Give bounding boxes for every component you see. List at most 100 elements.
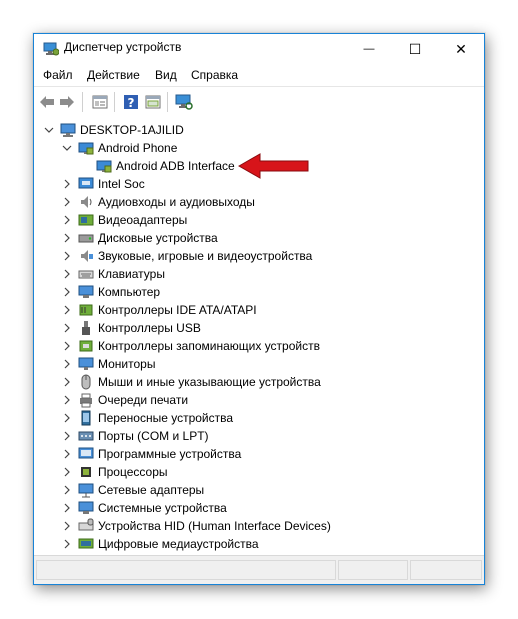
category-label: Процессоры (98, 465, 168, 479)
tree-category[interactable]: Дисковые устройства (62, 229, 218, 247)
expand-icon[interactable] (62, 395, 72, 405)
tree-category[interactable]: Порты (COM и LPT) (62, 427, 209, 445)
tree-category[interactable]: Контроллеры запоминающих устройств (62, 337, 320, 355)
expand-icon[interactable] (62, 251, 72, 261)
category-label: Аудиовходы и аудиовыходы (98, 195, 255, 209)
menu-file[interactable]: Файл (43, 68, 73, 82)
expand-icon[interactable] (62, 215, 72, 225)
tree-category[interactable]: Переносные устройства (62, 409, 233, 427)
scan-hardware-button[interactable] (175, 93, 193, 111)
expand-icon[interactable] (62, 305, 72, 315)
back-icon (40, 96, 54, 108)
collapse-icon[interactable] (44, 125, 54, 135)
properties-button[interactable] (91, 93, 109, 111)
menu-action[interactable]: Действие (87, 68, 140, 82)
category-label: Контроллеры USB (98, 321, 201, 335)
menu-view[interactable]: Вид (155, 68, 177, 82)
expand-icon[interactable] (62, 233, 72, 243)
software-device-icon (78, 446, 94, 462)
print-queue-icon (78, 392, 94, 408)
computer-icon (78, 284, 94, 300)
expand-icon[interactable] (62, 467, 72, 477)
computer-name: DESKTOP-1AJILID (80, 123, 184, 137)
category-label: Видеоадаптеры (98, 213, 188, 227)
close-icon: ✕ (455, 40, 467, 57)
expand-icon[interactable] (62, 431, 72, 441)
tree-category[interactable]: Компьютер (62, 283, 160, 301)
category-label: Переносные устройства (98, 411, 234, 425)
tree-category[interactable]: Звуковые, игровые и видеоустройства (62, 247, 312, 265)
collapse-icon[interactable] (62, 143, 72, 153)
tree-category[interactable]: Системные устройства (62, 499, 227, 517)
category-label: Системные устройства (98, 501, 227, 515)
category-label: Порты (COM и LPT) (98, 429, 209, 443)
tree-category[interactable]: Клавиатуры (62, 265, 165, 283)
status-cell-secondary (338, 560, 408, 580)
forward-button[interactable] (58, 93, 76, 111)
tree-category[interactable]: Мыши и иные указывающие устройства (62, 373, 321, 391)
menu-help[interactable]: Справка (191, 68, 238, 82)
expand-icon[interactable] (62, 377, 72, 387)
tree-category[interactable]: Контроллеры USB (62, 319, 201, 337)
help-icon: ? (124, 95, 138, 110)
tree-category[interactable]: Контроллеры IDE ATA/ATAPI (62, 301, 257, 319)
expand-icon[interactable] (62, 341, 72, 351)
storage-controller-icon (78, 338, 94, 354)
status-cell-main (36, 560, 336, 580)
title-bar[interactable]: Диспетчер устройств — ☐ ✕ (34, 34, 484, 64)
tree-category[interactable]: Сетевые адаптеры (62, 481, 204, 499)
scan-hardware-icon (175, 94, 193, 110)
expand-icon[interactable] (62, 323, 72, 333)
tree-device-android-adb-interface[interactable]: Android ADB Interface (96, 157, 235, 175)
expand-icon[interactable] (62, 539, 72, 549)
category-label: Мониторы (98, 357, 156, 371)
expand-icon[interactable] (62, 413, 72, 423)
ide-controller-icon (78, 302, 94, 318)
tree-category[interactable]: Видеоадаптеры (62, 211, 187, 229)
minimize-button[interactable]: — (346, 34, 392, 64)
expand-icon[interactable] (62, 521, 72, 531)
sound-video-icon (78, 248, 94, 264)
tree-root[interactable]: DESKTOP-1AJILID (44, 121, 184, 139)
category-label: Устройства HID (Human Interface Devices) (98, 519, 331, 533)
category-label: Очереди печати (98, 393, 189, 407)
tree-category[interactable]: Устройства HID (Human Interface Devices) (62, 517, 331, 535)
android-phone-icon (78, 140, 94, 156)
back-button[interactable] (38, 93, 56, 111)
tree-category[interactable]: Intel Soc (62, 175, 145, 193)
status-cell-tertiary (410, 560, 482, 580)
expand-icon[interactable] (62, 359, 72, 369)
svg-text:?: ? (128, 96, 135, 110)
category-label: Цифровые медиаустройства (98, 537, 259, 551)
tree-category[interactable]: Программные устройства (62, 445, 241, 463)
tree-category[interactable]: Очереди печати (62, 391, 188, 409)
category-label: Android Phone (98, 141, 178, 155)
help-button[interactable]: ? (122, 93, 140, 111)
category-label: Дисковые устройства (98, 231, 218, 245)
properties-icon (92, 95, 108, 109)
tree-category[interactable]: Мониторы (62, 355, 155, 373)
category-label: Контроллеры IDE ATA/ATAPI (98, 303, 257, 317)
hid-device-icon (78, 518, 94, 534)
forward-icon (60, 96, 74, 108)
expand-icon[interactable] (62, 197, 72, 207)
window-title: Диспетчер устройств (64, 40, 182, 54)
toolbar-separator (82, 92, 83, 112)
tree-category-android-phone[interactable]: Android Phone (62, 139, 177, 157)
expand-icon[interactable] (62, 449, 72, 459)
tree-category[interactable]: Процессоры (62, 463, 168, 481)
expand-icon[interactable] (62, 287, 72, 297)
expand-icon[interactable] (62, 179, 72, 189)
device-manager-window: Диспетчер устройств — ☐ ✕ Файл Действие … (33, 33, 485, 585)
display-adapter-icon (78, 212, 94, 228)
device-tree: DESKTOP-1AJILID Android Phone Android AD… (34, 117, 484, 557)
expand-icon[interactable] (62, 485, 72, 495)
expand-icon[interactable] (62, 503, 72, 513)
monitor-icon (78, 356, 94, 372)
tree-category[interactable]: Цифровые медиаустройства (62, 535, 259, 553)
close-button[interactable]: ✕ (438, 34, 484, 64)
tree-category[interactable]: Аудиовходы и аудиовыходы (62, 193, 255, 211)
expand-icon[interactable] (62, 269, 72, 279)
show-hidden-button[interactable] (144, 93, 162, 111)
maximize-button[interactable]: ☐ (392, 34, 438, 64)
